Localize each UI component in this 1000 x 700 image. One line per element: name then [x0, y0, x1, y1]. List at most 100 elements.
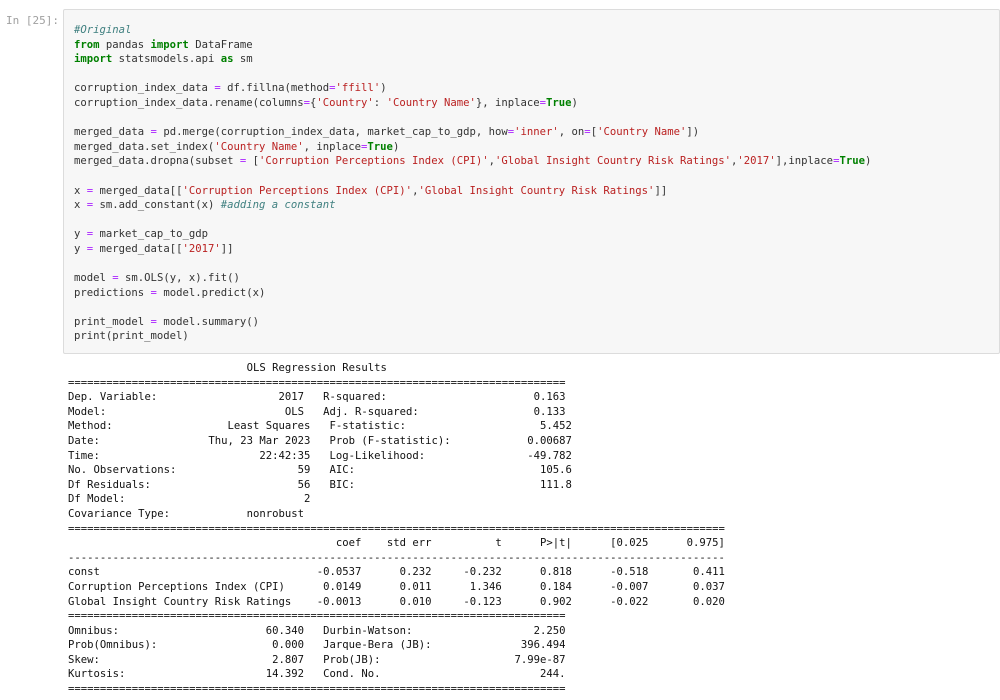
output-line: Dep. Variable: 2017 R-squared: 0.163	[68, 391, 566, 404]
code-token: 'Country Name'	[214, 140, 304, 153]
code-line: y = merged_data[['2017']]	[74, 242, 871, 257]
code-token: , inplace	[303, 140, 362, 153]
code-token: merged_data[[	[93, 242, 183, 255]
output-line: ========================================…	[68, 610, 566, 623]
code-token: model.predict(x)	[156, 286, 266, 299]
code-token: from	[74, 38, 100, 51]
code-line: merged_data.dropna(subset = ['Corruption…	[74, 154, 871, 169]
code-token: print(print_model)	[74, 330, 189, 343]
output-line: Prob(Omnibus): 0.000 Jarque-Bera (JB): 3…	[68, 639, 566, 652]
code-token: sm	[233, 53, 253, 66]
code-token: x	[74, 199, 87, 212]
code-token: True	[546, 96, 572, 109]
code-line: corruption_index_data.rename(columns={'C…	[74, 96, 871, 111]
code-token: pd.merge(corruption_index_data, market_c…	[156, 126, 508, 139]
code-cell[interactable]: #Original from pandas import DataFrame imp…	[63, 9, 1000, 354]
code-token: 'ffill'	[335, 82, 381, 95]
code-token: 'Country Name'	[597, 126, 687, 139]
output-line: No. Observations: 59 AIC: 105.6	[68, 464, 572, 477]
code-token: model.summary()	[156, 315, 259, 328]
code-token: statsmodels.api	[112, 53, 221, 66]
code-token: as	[220, 53, 234, 66]
output-line: Df Model: 2	[68, 493, 572, 506]
output-line: Model: OLS Adj. R-squared: 0.133	[68, 405, 566, 418]
code-line: from pandas import DataFrame	[74, 38, 871, 53]
code-token: pandas	[99, 38, 151, 51]
output-line: Corruption Perceptions Index (CPI) 0.014…	[68, 580, 725, 593]
code-token: 'Global Insight Country Risk Ratings'	[418, 184, 655, 197]
code-token: merged_data	[74, 126, 151, 139]
output-line: ========================================…	[68, 683, 566, 696]
code-line: print_model = model.summary()	[74, 315, 871, 330]
code-token: }, inplace	[475, 96, 540, 109]
code-token: ]]	[220, 242, 234, 255]
code-line: corruption_index_data = df.fillna(method…	[74, 81, 871, 96]
code-line: merged_data = pd.merge(corruption_index_…	[74, 125, 871, 140]
code-token: market_cap_to_gdp	[93, 228, 208, 241]
code-token: 'Global Insight Country Risk Ratings'	[494, 155, 731, 168]
code-token: )	[864, 155, 872, 168]
output-line: Global Insight Country Risk Ratings -0.0…	[68, 595, 725, 608]
code-token: import	[74, 53, 113, 66]
output-line: const -0.0537 0.232 -0.232 0.818 -0.518 …	[68, 566, 725, 579]
code-line: print(print_model)	[74, 329, 871, 344]
code-line: x = sm.add_constant(x) #adding a constan…	[74, 198, 871, 213]
code-token: ],inplace	[775, 155, 834, 168]
code-token: merged_data.dropna(subset	[74, 155, 240, 168]
code-token: sm.add_constant(x)	[93, 199, 221, 212]
code-line: x = merged_data[['Corruption Perceptions…	[74, 184, 871, 199]
code-line: import statsmodels.api as sm	[74, 52, 871, 67]
code-token: merged_data[[	[93, 184, 183, 197]
code-token: x	[74, 184, 87, 197]
code-line: model = sm.OLS(y, x).fit()	[74, 271, 871, 286]
code-token: True	[367, 140, 393, 153]
code-token: True	[839, 155, 865, 168]
code-token: '2017'	[182, 242, 221, 255]
code-line: y = market_cap_to_gdp	[74, 227, 871, 242]
output-line: coef std err t P>|t| [0.025 0.975]	[68, 537, 725, 550]
code-token: print_model	[74, 315, 151, 328]
code-token: merged_data.set_index(	[74, 140, 215, 153]
output-line: OLS Regression Results	[68, 362, 566, 374]
output-line: Kurtosis: 14.392 Cond. No. 244.	[68, 668, 566, 681]
code-token: ])	[686, 126, 700, 139]
output-line: ========================================…	[68, 376, 566, 389]
output-line: Covariance Type: nonrobust	[68, 507, 566, 520]
output-line: Skew: 2.807 Prob(JB): 7.99e-87	[68, 653, 566, 666]
code-token: 'Corruption Perceptions Index (CPI)'	[182, 184, 413, 197]
code-token: import	[150, 38, 189, 51]
code-token: )	[392, 140, 400, 153]
output-line: Omnibus: 60.340 Durbin-Watson: 2.250	[68, 624, 566, 637]
output-line: Df Residuals: 56 BIC: 111.8	[68, 478, 572, 491]
code-token: df.fillna(method	[220, 82, 330, 95]
code-token: #adding a constant	[220, 199, 336, 212]
code-token: y	[74, 228, 87, 241]
code-line: merged_data.set_index('Country Name', in…	[74, 140, 871, 155]
code-token: #Original	[74, 24, 132, 36]
code-token: ]]	[654, 184, 668, 197]
code-token: 'Corruption Perceptions Index (CPI)'	[258, 155, 489, 168]
code-token: )	[571, 96, 578, 109]
code-token: 'Country Name'	[386, 96, 476, 109]
code-token: [	[246, 155, 259, 168]
cell-prompt: In [25]:	[6, 14, 59, 27]
code-token: y	[74, 242, 87, 255]
code-token: )	[380, 82, 387, 95]
output-line: ----------------------------------------…	[68, 551, 725, 564]
code-token: :	[373, 96, 387, 109]
output-line: ========================================…	[68, 522, 725, 535]
code-token: sm.OLS(y, x).fit()	[118, 272, 240, 285]
output-line: Date: Thu, 23 Mar 2023 Prob (F-statistic…	[68, 434, 572, 447]
code-token: 'Country'	[316, 96, 374, 109]
code-token: predictions	[74, 286, 151, 299]
output-line: Time: 22:42:35 Log-Likelihood: -49.782	[68, 449, 572, 462]
code-editor[interactable]: #Original from pandas import DataFrame imp…	[74, 23, 871, 344]
code-token: DataFrame	[188, 38, 253, 51]
output-line: Method: Least Squares F-statistic: 5.452	[68, 420, 572, 433]
cell-output: OLS Regression Results =================…	[68, 361, 725, 697]
